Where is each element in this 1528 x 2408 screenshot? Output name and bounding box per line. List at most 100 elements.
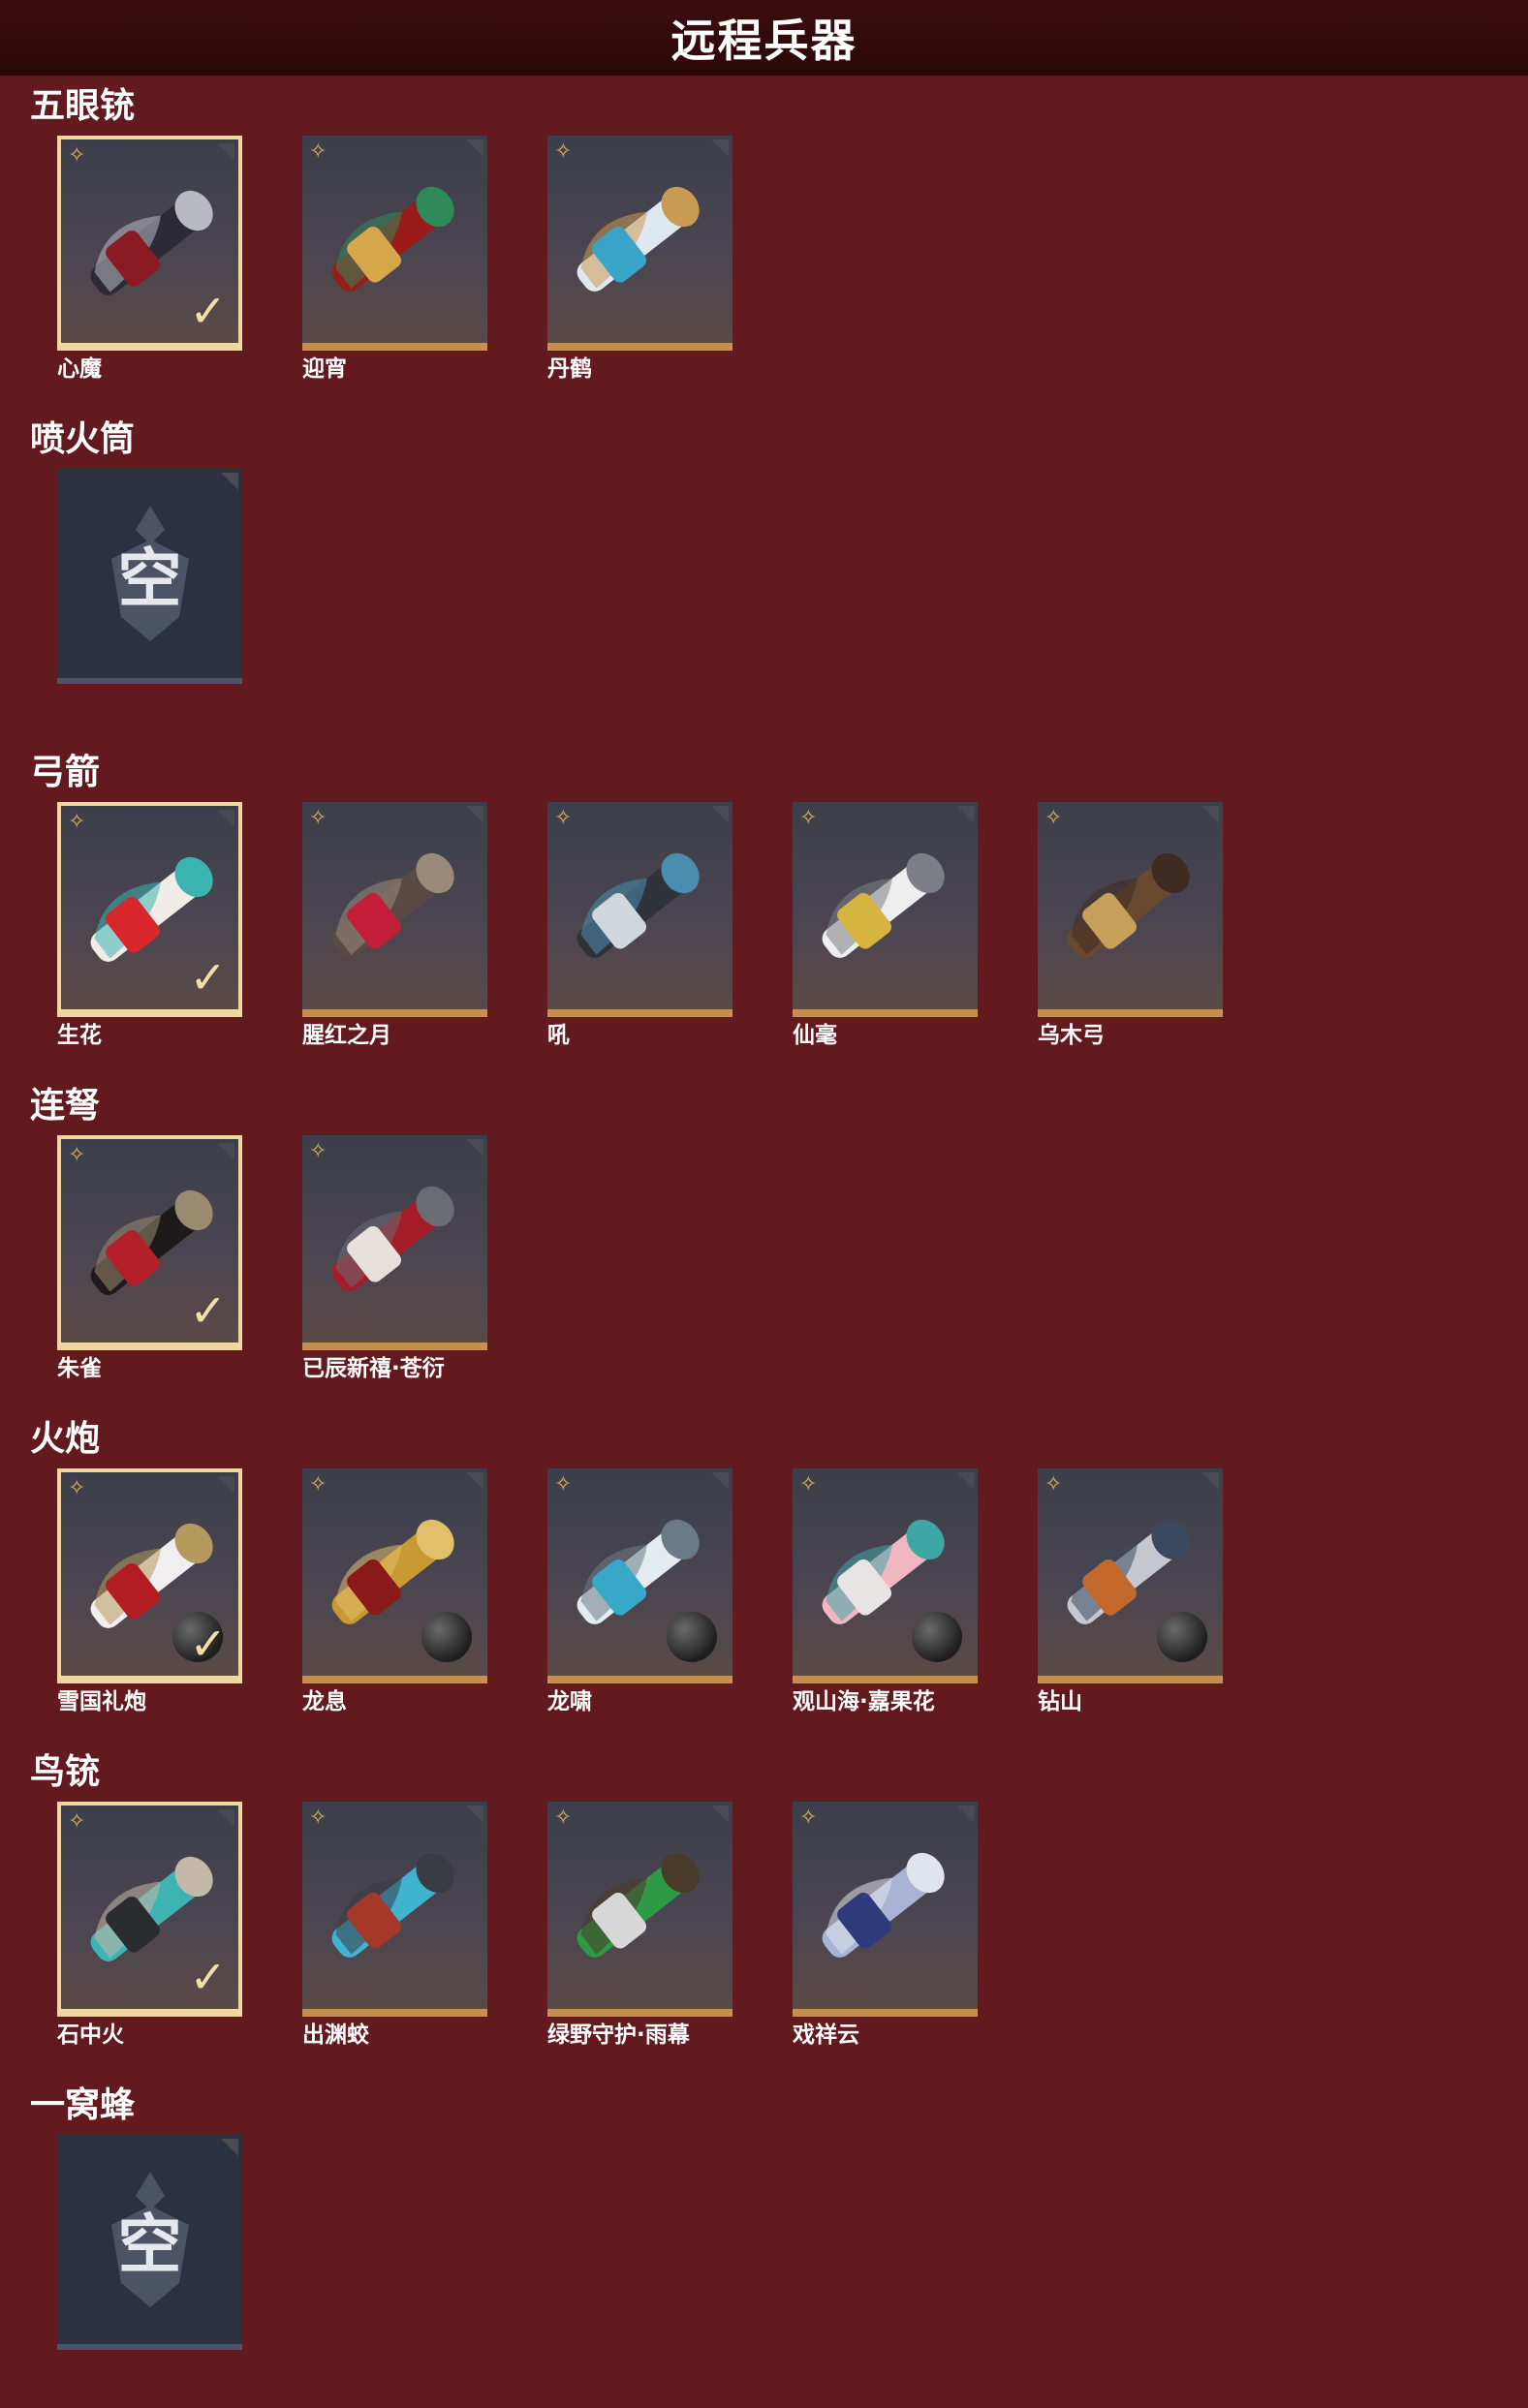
weapon-slot[interactable]: ✧	[547, 136, 733, 351]
weapon-category-section: 喷火筒空	[0, 418, 1528, 738]
weapon-name: 迎宵	[302, 356, 347, 382]
weapon-card[interactable]: ✧ 绿野守护·雨幕	[547, 1802, 733, 2048]
weapon-category-section: 五眼铳 ✧ ✓ 心魔 ✧ 迎宵 ✧ 丹鹤	[0, 85, 1528, 405]
weapon-slot[interactable]: 空	[57, 469, 242, 684]
weapon-name: 钻山	[1038, 1689, 1082, 1714]
weapon-name: 生花	[57, 1023, 102, 1048]
category-title: 五眼铳	[30, 86, 136, 126]
weapon-name: 龙啸	[547, 1689, 592, 1714]
page-title: 远程兵器	[670, 15, 858, 67]
weapon-card[interactable]: ✧ 龙息	[302, 1468, 487, 1714]
sparkle-star-icon: ✧	[68, 1476, 86, 1500]
sparkle-star-icon: ✧	[554, 1806, 573, 1830]
weapon-slot[interactable]: ✧ ✓	[57, 1802, 242, 2017]
weapon-card[interactable]: ✧ 观山海·嘉果花	[793, 1468, 978, 1714]
weapon-name: 雪国礼炮	[57, 1689, 146, 1714]
weapon-image	[331, 852, 454, 958]
weapon-name: 仙毫	[793, 1023, 837, 1048]
checkmark-icon: ✓	[189, 1951, 227, 2003]
weapon-slot[interactable]: ✧ ✓	[57, 1135, 242, 1350]
weapon-category-section: 鸟铳 ✧ ✓ 石中火 ✧ 出渊蛟 ✧ 绿野守护·雨幕 ✧ 戏祥云	[0, 1751, 1528, 2071]
weapon-name: 绿野守护·雨幕	[547, 2022, 690, 2048]
checkmark-icon: ✓	[189, 951, 227, 1003]
sparkle-star-icon: ✧	[309, 139, 327, 164]
weapon-card[interactable]: ✧ 已辰新禧·苍衍	[302, 1135, 487, 1381]
sparkle-star-icon: ✧	[309, 806, 327, 830]
weapon-name: 心魔	[57, 356, 102, 382]
weapon-slot[interactable]: ✧ ✓	[57, 136, 242, 351]
sparkle-star-icon: ✧	[309, 1472, 327, 1497]
weapon-slot[interactable]: ✧	[1038, 1468, 1223, 1683]
weapon-category-section: 火炮 ✧ ✓ 雪国礼炮 ✧ 龙息 ✧ 龙啸 ✧ 观山海·嘉果花 ✧ 钻山	[0, 1418, 1528, 1738]
weapon-image	[822, 1852, 945, 1958]
weapon-image	[577, 852, 700, 958]
sparkle-star-icon: ✧	[554, 1472, 573, 1497]
weapon-card[interactable]: ✧ 吼	[547, 802, 733, 1048]
weapon-name: 戏祥云	[793, 2022, 859, 2048]
weapon-card[interactable]: ✧ ✓ 雪国礼炮	[57, 1468, 242, 1714]
weapon-card[interactable]: ✧ 仙毫	[793, 802, 978, 1048]
empty-weapon-slot[interactable]: 空	[57, 2135, 242, 2350]
weapon-category-section: 一窝蜂空	[0, 2084, 1528, 2404]
weapon-name: 出渊蛟	[302, 2022, 369, 2048]
weapon-name: 腥红之月	[302, 1023, 391, 1048]
weapon-slot[interactable]: ✧	[547, 1468, 733, 1683]
category-title: 弓箭	[30, 753, 101, 792]
weapon-slot[interactable]: ✧	[302, 1468, 487, 1683]
checkmark-icon: ✓	[189, 1618, 227, 1670]
weapon-slot[interactable]: ✧	[1038, 802, 1223, 1017]
checkmark-icon: ✓	[189, 1284, 227, 1337]
weapon-name: 吼	[547, 1023, 570, 1048]
weapon-card[interactable]: ✧ 乌木弓	[1038, 802, 1223, 1048]
category-title: 火炮	[30, 1419, 101, 1459]
weapon-slot[interactable]: ✧	[302, 802, 487, 1017]
weapon-slot[interactable]: ✧	[547, 1802, 733, 2017]
weapon-card[interactable]: ✧ ✓ 心魔	[57, 136, 242, 382]
weapon-card[interactable]: ✧ 钻山	[1038, 1468, 1223, 1714]
weapon-slot[interactable]: ✧	[793, 1468, 978, 1683]
weapon-slot[interactable]: ✧	[547, 802, 733, 1017]
weapon-card[interactable]: ✧ 迎宵	[302, 136, 487, 382]
sparkle-star-icon: ✧	[309, 1806, 327, 1830]
sparkle-star-icon: ✧	[309, 1139, 327, 1163]
sparkle-star-icon: ✧	[1045, 806, 1063, 830]
weapon-card[interactable]: ✧ 戏祥云	[793, 1802, 978, 2048]
weapon-slot[interactable]: ✧ ✓	[57, 802, 242, 1017]
weapon-card[interactable]: ✧ ✓ 生花	[57, 802, 242, 1048]
sparkle-star-icon: ✧	[68, 143, 86, 168]
weapon-slot[interactable]: ✧	[302, 1135, 487, 1350]
weapon-image	[822, 852, 945, 958]
sparkle-star-icon: ✧	[1045, 1472, 1063, 1497]
weapon-slot[interactable]: ✧ ✓	[57, 1468, 242, 1683]
sparkle-star-icon: ✧	[799, 806, 818, 830]
weapon-card[interactable]: ✧ 腥红之月	[302, 802, 487, 1048]
page-header: 远程兵器	[0, 0, 1528, 76]
weapon-name: 石中火	[57, 2022, 124, 2048]
weapon-slot[interactable]: ✧	[793, 1802, 978, 2017]
sparkle-star-icon: ✧	[554, 806, 573, 830]
empty-weapon-slot[interactable]: 空	[57, 469, 242, 684]
sparkle-star-icon: ✧	[799, 1806, 818, 1830]
weapon-card[interactable]: ✧ 出渊蛟	[302, 1802, 487, 2048]
sparkle-star-icon: ✧	[554, 139, 573, 164]
weapon-card[interactable]: ✧ ✓ 石中火	[57, 1802, 242, 2048]
sparkle-star-icon: ✧	[68, 810, 86, 834]
weapon-card[interactable]: ✧ 龙啸	[547, 1468, 733, 1714]
weapon-slot[interactable]: ✧	[302, 136, 487, 351]
weapon-category-section: 弓箭 ✧ ✓ 生花 ✧ 腥红之月 ✧ 吼 ✧ 仙毫 ✧ 乌木弓	[0, 752, 1528, 1071]
weapon-category-section: 连弩 ✧ ✓ 朱雀 ✧ 已辰新禧·苍衍	[0, 1085, 1528, 1405]
weapon-slot[interactable]: ✧	[793, 802, 978, 1017]
cannonball-icon	[667, 1612, 717, 1662]
category-title: 鸟铳	[30, 1752, 101, 1792]
weapon-slot[interactable]: ✧	[302, 1802, 487, 2017]
empty-label: 空	[117, 541, 182, 616]
weapon-card[interactable]: ✧ ✓ 朱雀	[57, 1135, 242, 1381]
checkmark-icon: ✓	[189, 285, 227, 337]
category-title: 连弩	[30, 1086, 101, 1126]
weapon-name: 丹鹤	[547, 356, 592, 382]
weapon-card[interactable]: ✧ 丹鹤	[547, 136, 733, 382]
weapon-slot[interactable]: 空	[57, 2135, 242, 2350]
weapon-image	[331, 1852, 454, 1958]
weapon-name: 观山海·嘉果花	[793, 1689, 935, 1714]
cannonball-icon	[912, 1612, 962, 1662]
